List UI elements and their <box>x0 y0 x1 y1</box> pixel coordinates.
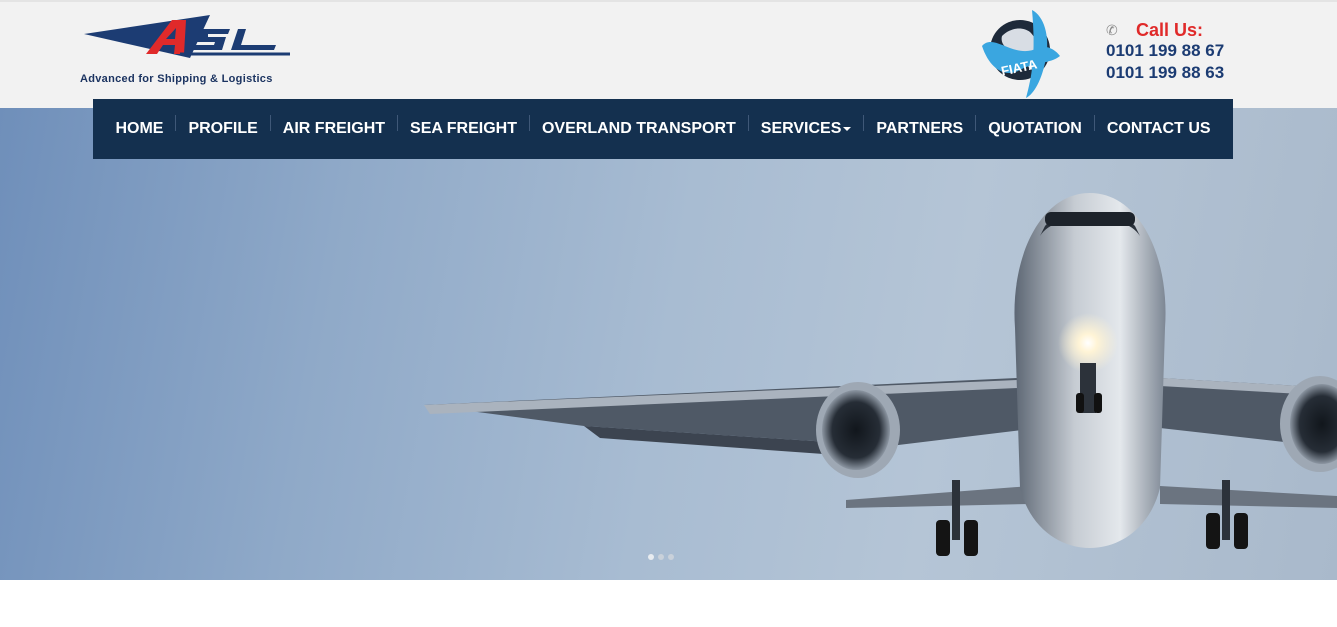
logo-tagline: Advanced for Shipping & Logistics <box>80 73 273 85</box>
site-header: Advanced for Shipping & Logistics FIATA … <box>0 0 1337 108</box>
main-navigation: HOME PROFILE AIR FREIGHT SEA FREIGHT OVE… <box>93 99 1233 159</box>
contact-box: ✆ Call Us: 0101 199 88 67 0101 199 88 63 <box>1106 20 1236 84</box>
nav-services[interactable]: SERVICES <box>749 99 864 159</box>
slider-dot-1[interactable] <box>648 554 654 560</box>
nav-sea-freight[interactable]: SEA FREIGHT <box>398 99 529 159</box>
asl-logo-mark <box>84 15 290 58</box>
nav-quotation[interactable]: QUOTATION <box>976 99 1094 159</box>
nav-home[interactable]: HOME <box>103 99 175 159</box>
airplane-image <box>424 193 1337 556</box>
phone-number-1[interactable]: 0101 199 88 67 <box>1106 40 1236 62</box>
nav-air-freight[interactable]: AIR FREIGHT <box>271 99 397 159</box>
slider-dot-2[interactable] <box>658 554 664 560</box>
phone-icon: ✆ <box>1106 22 1118 38</box>
call-us-label: Call Us: <box>1136 19 1204 40</box>
fiata-logo: FIATA <box>980 6 1062 100</box>
hero-slider <box>0 108 1337 580</box>
nav-partners[interactable]: PARTNERS <box>864 99 975 159</box>
asl-logo[interactable]: Advanced for Shipping & Logistics <box>80 12 300 87</box>
phone-number-2[interactable]: 0101 199 88 63 <box>1106 62 1236 84</box>
dropdown-caret-icon <box>843 126 852 131</box>
slider-pagination <box>648 554 674 560</box>
nav-contact-us[interactable]: CONTACT US <box>1095 99 1223 159</box>
nav-profile[interactable]: PROFILE <box>176 99 269 159</box>
nav-services-label: SERVICES <box>760 120 842 137</box>
nav-overland-transport[interactable]: OVERLAND TRANSPORT <box>530 99 748 159</box>
slider-dot-3[interactable] <box>668 554 674 560</box>
